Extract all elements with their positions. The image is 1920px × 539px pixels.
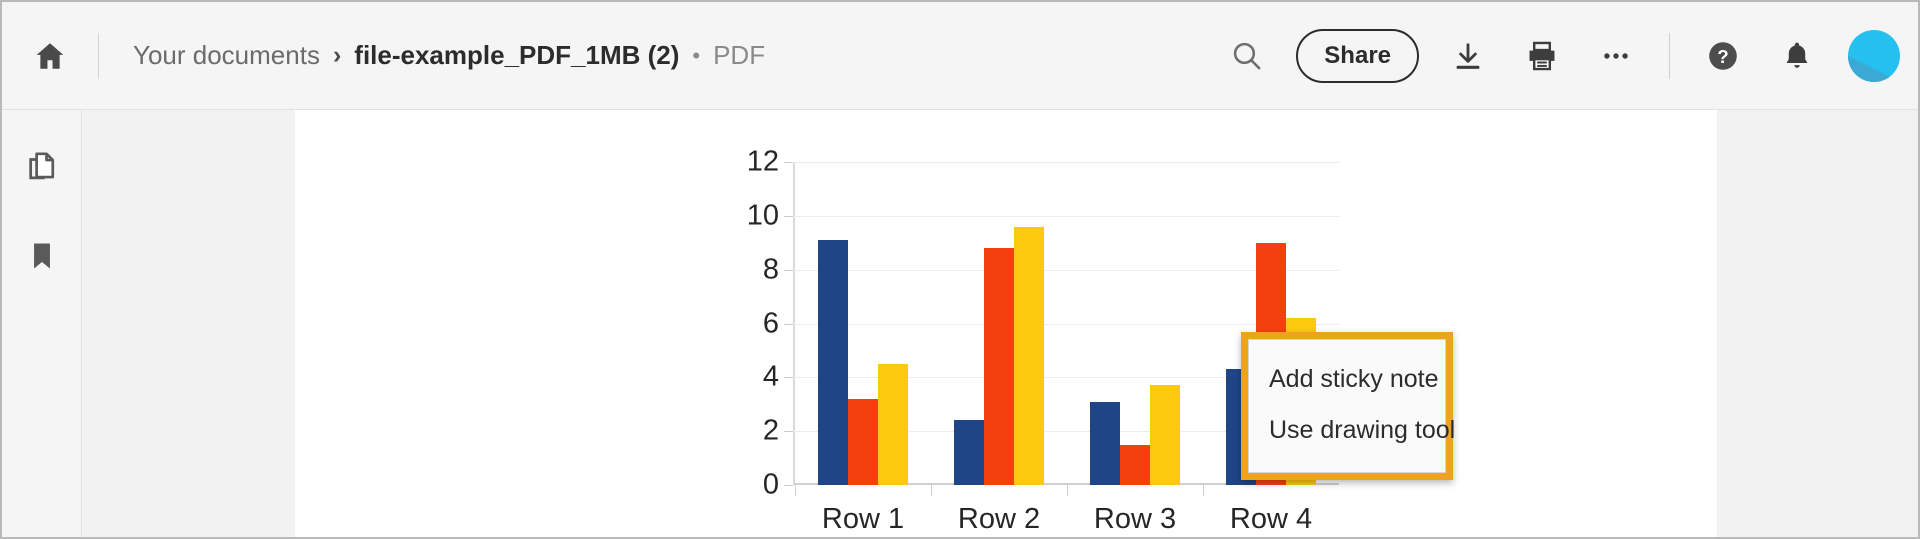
chart-y-tick-mark	[784, 377, 793, 379]
chart-y-tick-label: 4	[762, 360, 779, 393]
annotation-context-menu[interactable]: Add sticky note Use drawing tool	[1241, 332, 1455, 480]
toolbar-divider-2	[1669, 33, 1670, 79]
share-button[interactable]: Share	[1296, 29, 1419, 83]
chart-y-tick-mark	[784, 269, 793, 271]
chart-x-tick-mark	[931, 485, 932, 496]
home-button[interactable]	[2, 2, 98, 110]
menu-item-use-drawing-tool[interactable]: Use drawing tool	[1249, 405, 1455, 456]
chart-bar	[1014, 226, 1044, 485]
chart-x-axis-label: Row 3	[1093, 503, 1177, 535]
chart-y-tick-mark	[784, 485, 793, 486]
chart-x-axis-label: Row 1	[821, 503, 905, 535]
toolbar-divider	[98, 32, 99, 79]
chart-x-axis-labels: Row 1 Row 2 Row 3 Row 4	[795, 503, 1339, 536]
menu-item-add-sticky-note[interactable]: Add sticky note	[1249, 354, 1445, 405]
breadcrumb-root-link[interactable]: Your documents	[133, 40, 320, 71]
help-icon: ?	[1709, 42, 1737, 70]
sidebar-item-page-thumbnails[interactable]	[14, 138, 70, 194]
sidebar-item-bookmarks[interactable]	[14, 228, 70, 284]
notifications-button[interactable]	[1766, 25, 1828, 87]
chart-y-tick-label: 12	[746, 145, 779, 178]
bookmark-icon	[33, 243, 50, 269]
chart-x-tick-mark	[1067, 485, 1068, 496]
chart-y-tick-mark	[784, 162, 793, 163]
chart-x-tick-mark	[1203, 485, 1204, 496]
chart-bar	[878, 363, 908, 485]
chart-y-tick-label: 2	[762, 414, 779, 447]
print-icon	[1529, 41, 1555, 71]
chart-y-tick-label: 10	[746, 199, 779, 232]
pdf-page[interactable]: 0 2 4 6 8 10 12 Row 1 Row 2 Row 3 Row 4 Add stick…	[295, 110, 1717, 537]
chart-y-tick-label: 6	[762, 307, 779, 339]
print-button[interactable]	[1511, 25, 1573, 87]
breadcrumb-separator-icon: ›	[332, 41, 342, 69]
document-viewer[interactable]: 0 2 4 6 8 10 12 Row 1 Row 2 Row 3 Row 4 Add stick…	[83, 110, 1918, 537]
chart-bar	[1090, 401, 1120, 485]
bell-icon	[1786, 42, 1808, 68]
more-options-button[interactable]	[1585, 25, 1647, 87]
chart-x-tick-mark	[795, 485, 796, 496]
chart-x-axis-label: Row 4	[1229, 503, 1313, 535]
acrobat-web-window: Your documents › file-example_PDF_1MB (2…	[0, 0, 1920, 539]
download-icon	[1456, 43, 1480, 69]
annotation-context-menu-inner: Add sticky note Use drawing tool	[1248, 339, 1455, 473]
chart-bar	[954, 420, 984, 485]
breadcrumb-dot: •	[692, 42, 701, 68]
avatar[interactable]	[1848, 30, 1900, 82]
breadcrumb-filetype: PDF	[713, 40, 766, 70]
chart-y-tick-mark	[784, 323, 793, 325]
search-button[interactable]	[1216, 25, 1278, 87]
chart-y-tick-label: 0	[762, 468, 779, 501]
more-options-icon	[1604, 53, 1628, 59]
chart-y-tick-mark	[784, 215, 793, 217]
left-rail	[2, 110, 82, 537]
chart-bar	[818, 240, 848, 485]
pages-icon	[28, 152, 54, 180]
bar-chart: 0 2 4 6 8 10 12 Row 1 Row 2 Row 3 Row 4	[295, 110, 1717, 537]
download-button[interactable]	[1437, 25, 1499, 87]
chart-bar	[1120, 444, 1150, 485]
home-icon	[36, 42, 64, 69]
top-toolbar: Your documents › file-example_PDF_1MB (2…	[2, 2, 1918, 110]
svg-text:?: ?	[1717, 46, 1728, 67]
chart-bar	[984, 248, 1014, 485]
breadcrumb: Your documents › file-example_PDF_1MB (2…	[133, 40, 765, 71]
breadcrumb-filename: file-example_PDF_1MB (2)	[354, 40, 680, 70]
search-icon	[1234, 42, 1261, 70]
chart-x-axis-label: Row 2	[957, 503, 1041, 535]
toolbar-actions: Share ?	[1210, 2, 1918, 110]
chart-bar	[848, 398, 878, 485]
chart-y-tick-label: 8	[762, 253, 779, 286]
chart-y-tick-mark	[784, 431, 793, 433]
help-button[interactable]: ?	[1692, 25, 1754, 87]
chart-bar	[1150, 385, 1180, 485]
chart-bar-group	[795, 162, 931, 496]
chart-bar-group	[931, 162, 1067, 496]
chart-bar-group	[1067, 162, 1203, 496]
